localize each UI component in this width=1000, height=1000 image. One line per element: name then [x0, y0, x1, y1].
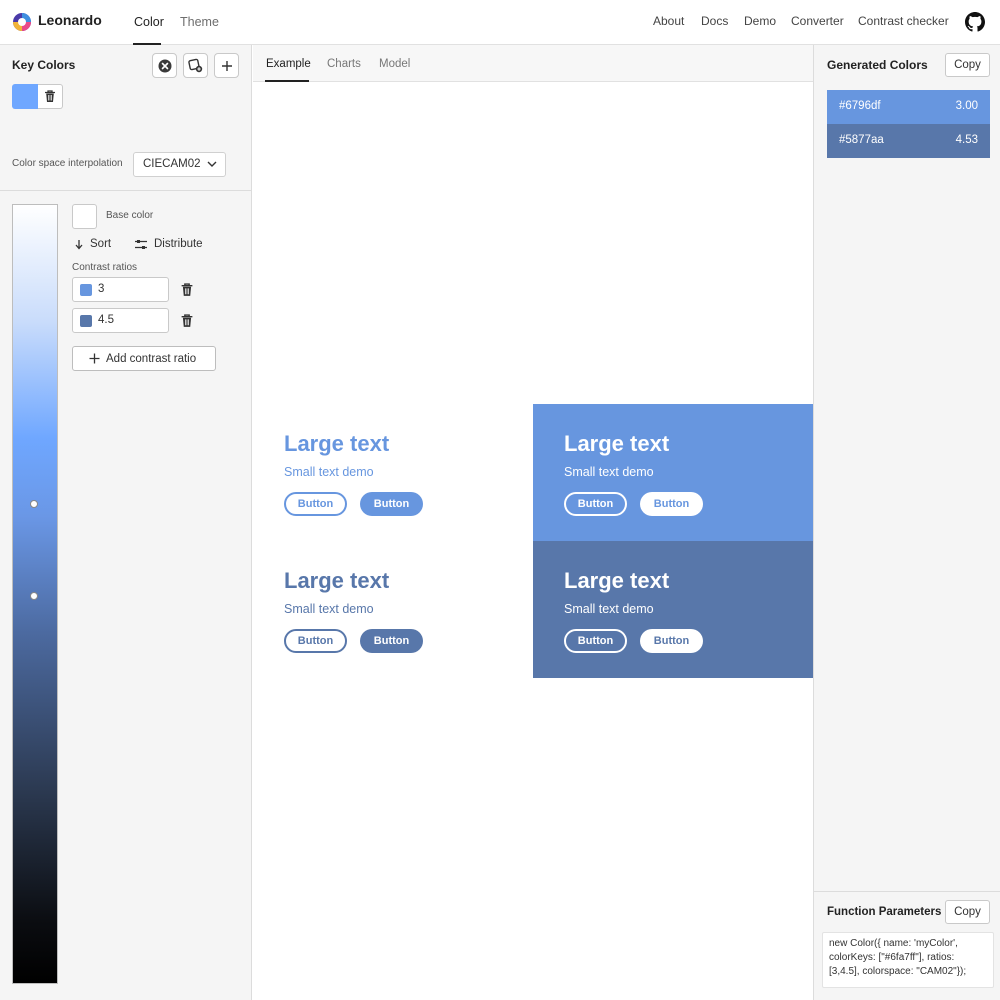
small-text: Small text demo [284, 465, 374, 479]
small-text: Small text demo [564, 465, 654, 479]
demo-dark-color-2: Large text Small text demo Button Button [533, 541, 813, 678]
outline-button[interactable]: Button [564, 629, 627, 653]
sort-button[interactable]: Sort [74, 238, 111, 250]
main-panel: Example Charts Model Large text Small te… [253, 45, 813, 1000]
large-text: Large text [564, 568, 670, 593]
key-colors-title: Key Colors [12, 58, 76, 72]
key-color-swatch[interactable] [12, 84, 38, 109]
outline-button[interactable]: Button [284, 629, 347, 653]
trash-icon [45, 90, 55, 102]
left-panel: Key Colors Color space interpolation CIE… [0, 45, 252, 1000]
add-contrast-ratio-button[interactable]: Add contrast ratio [72, 346, 216, 371]
ratio-swatch-2 [80, 315, 92, 327]
panel-divider [0, 190, 252, 191]
image-add-icon [188, 58, 203, 73]
delete-ratio-1-trash-icon[interactable] [180, 283, 194, 297]
generated-ratio: 4.53 [955, 134, 978, 146]
app-header: Leonardo Color Theme About Docs Demo Con… [0, 0, 1000, 45]
app-title: Leonardo [38, 12, 102, 28]
delete-ratio-2-trash-icon[interactable] [180, 314, 194, 328]
function-parameters-title: Function Parameters [827, 906, 942, 918]
ratio-value-1: 3 [98, 283, 105, 295]
chevron-down-icon [207, 161, 217, 167]
base-color-swatch[interactable] [72, 204, 97, 229]
nav-docs[interactable]: Docs [701, 14, 728, 28]
clear-key-colors-button[interactable] [152, 53, 177, 78]
main-tabs: Example Charts Model [253, 45, 813, 82]
delete-key-color-button[interactable] [38, 84, 63, 109]
plus-icon [221, 60, 232, 71]
generated-color-row[interactable]: #6796df 3.00 [827, 90, 990, 124]
clear-icon [158, 59, 171, 72]
tab-color[interactable]: Color [134, 15, 164, 29]
right-panel: Generated Colors Copy #6796df 3.00 #5877… [813, 45, 1000, 1000]
small-text: Small text demo [564, 602, 654, 616]
nav-about[interactable]: About [653, 14, 684, 28]
function-code: new Color({ name: 'myColor', colorKeys: … [822, 932, 994, 988]
filled-button[interactable]: Button [360, 492, 423, 516]
ratio-input-1[interactable]: 3 [72, 277, 169, 302]
ratio-value-2: 4.5 [98, 314, 114, 326]
base-color-label: Base color [106, 210, 154, 221]
ratio-handle-2[interactable] [30, 592, 38, 600]
tab-example[interactable]: Example [266, 58, 311, 70]
outline-button[interactable]: Button [284, 492, 347, 516]
filled-button[interactable]: Button [640, 492, 703, 516]
copy-function-button[interactable]: Copy [945, 900, 990, 924]
ratio-input-2[interactable]: 4.5 [72, 308, 169, 333]
contrast-ratios-label: Contrast ratios [72, 262, 138, 273]
generated-hex: #5877aa [839, 134, 884, 146]
sort-label: Sort [90, 238, 112, 250]
tab-charts[interactable]: Charts [327, 58, 361, 70]
interpolation-value: CIECAM02 [143, 158, 201, 170]
add-from-image-button[interactable] [183, 53, 208, 78]
add-contrast-ratio-label: Add contrast ratio [106, 352, 197, 365]
add-key-color-button[interactable] [214, 53, 239, 78]
plus-icon [89, 353, 100, 364]
nav-contrast-checker[interactable]: Contrast checker [858, 14, 949, 28]
large-text: Large text [564, 431, 670, 456]
nav-demo[interactable]: Demo [744, 14, 776, 28]
generated-ratio: 3.00 [955, 100, 978, 112]
ratio-swatch-1 [80, 284, 92, 296]
interpolation-select[interactable]: CIECAM02 [133, 152, 226, 177]
leonardo-logo-icon[interactable] [12, 12, 32, 32]
generated-colors-title: Generated Colors [827, 58, 928, 72]
generated-hex: #6796df [839, 100, 881, 112]
large-text: Large text [284, 431, 390, 456]
copy-colors-button[interactable]: Copy [945, 53, 990, 77]
distribute-button[interactable]: Distribute [134, 238, 203, 250]
ratio-handle-1[interactable] [30, 500, 38, 508]
demo-dark-color-1: Large text Small text demo Button Button [533, 404, 813, 541]
outline-button[interactable]: Button [564, 492, 627, 516]
tab-theme[interactable]: Theme [180, 15, 219, 29]
github-icon[interactable] [965, 12, 985, 32]
tab-model[interactable]: Model [379, 58, 410, 70]
small-text: Small text demo [284, 602, 374, 616]
filled-button[interactable]: Button [640, 629, 703, 653]
large-text: Large text [284, 568, 390, 593]
demo-light-color-1: Large text Small text demo Button Button [253, 404, 533, 541]
interpolation-label: Color space interpolation [12, 158, 123, 169]
arrow-down-icon [75, 239, 83, 249]
distribute-icon [135, 239, 147, 249]
panel-divider [814, 891, 1000, 892]
active-tab-indicator [265, 80, 309, 82]
filled-button[interactable]: Button [360, 629, 423, 653]
demo-light-color-2: Large text Small text demo Button Button [253, 541, 533, 678]
nav-converter[interactable]: Converter [791, 14, 844, 28]
generated-color-row[interactable]: #5877aa 4.53 [827, 124, 990, 158]
distribute-label: Distribute [154, 238, 203, 250]
